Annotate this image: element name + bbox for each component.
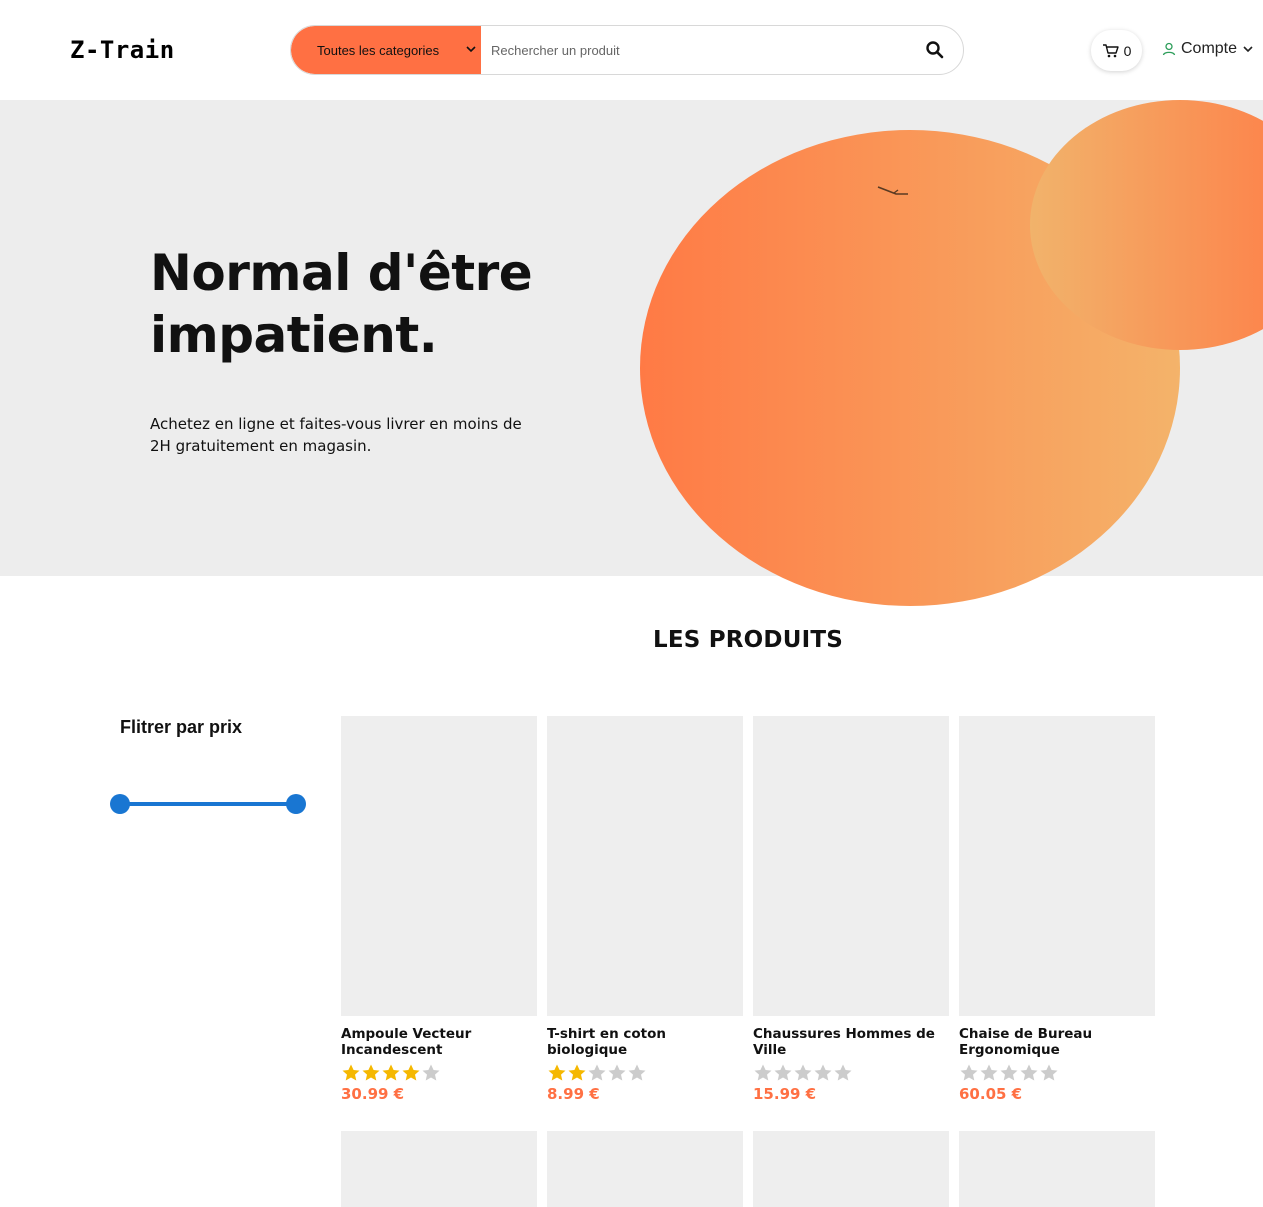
product-rating bbox=[753, 1062, 949, 1084]
product-image[interactable] bbox=[547, 716, 743, 1016]
category-select[interactable]: Toutes les categories bbox=[291, 26, 481, 74]
product-name[interactable]: Ampoule Vecteur Incandescent bbox=[341, 1026, 537, 1058]
cart-button[interactable]: 0 bbox=[1091, 30, 1142, 71]
star-icon bbox=[774, 1064, 792, 1081]
product-card-placeholder[interactable] bbox=[753, 1131, 949, 1207]
category-select-label: Toutes les categories bbox=[317, 42, 440, 58]
cart-icon bbox=[1102, 43, 1119, 57]
account-label: Compte bbox=[1181, 40, 1238, 57]
hero-banner: Normal d'être impatient. Achetez en lign… bbox=[0, 100, 1263, 576]
star-icon bbox=[1000, 1064, 1018, 1081]
product-price: 8.99 € bbox=[547, 1085, 600, 1103]
product-card-placeholder[interactable] bbox=[341, 1131, 537, 1207]
star-icon bbox=[960, 1064, 978, 1081]
user-icon bbox=[1162, 42, 1176, 56]
star-icon bbox=[1040, 1064, 1058, 1081]
price-slider-track[interactable] bbox=[120, 802, 296, 806]
star-icon bbox=[588, 1064, 606, 1081]
price-filter-title: Flitrer par prix bbox=[120, 717, 243, 737]
price-slider-min-thumb[interactable] bbox=[110, 794, 130, 814]
product-rating bbox=[959, 1062, 1155, 1084]
product-card[interactable]: Ampoule Vecteur Incandescent 30.99 € bbox=[341, 716, 537, 1103]
search-icon[interactable] bbox=[925, 40, 945, 60]
product-image[interactable] bbox=[959, 716, 1155, 1016]
search-input[interactable] bbox=[481, 26, 901, 74]
product-image[interactable] bbox=[753, 716, 949, 1016]
products-section-title-text: LES PRODUITS bbox=[652, 627, 844, 653]
star-icon bbox=[342, 1064, 360, 1081]
site-header: Z-Train Toutes les categories 0 Compte bbox=[0, 0, 1263, 100]
products-section-title: LES PRODUITS bbox=[0, 627, 1263, 653]
star-icon bbox=[362, 1064, 380, 1081]
star-icon bbox=[628, 1064, 646, 1081]
product-card[interactable]: Chaussures Hommes de Ville 15.99 € bbox=[753, 716, 949, 1103]
product-card[interactable]: Chaise de Bureau Ergonomique 60.05 € bbox=[959, 716, 1155, 1103]
account-menu[interactable]: Compte bbox=[1162, 40, 1254, 58]
product-price: 30.99 € bbox=[341, 1085, 405, 1103]
product-price: 15.99 € bbox=[753, 1085, 817, 1103]
product-card[interactable]: T-shirt en coton biologique 8.99 € bbox=[547, 716, 743, 1103]
product-card-placeholder[interactable] bbox=[959, 1131, 1155, 1207]
hero-subtitle: Achetez en ligne et faites-vous livrer e… bbox=[150, 415, 522, 455]
star-icon bbox=[548, 1064, 566, 1081]
product-card-placeholder[interactable] bbox=[547, 1131, 743, 1207]
product-rating bbox=[341, 1062, 537, 1084]
star-icon bbox=[980, 1064, 998, 1081]
star-icon bbox=[814, 1064, 832, 1081]
star-icon bbox=[608, 1064, 626, 1081]
chevron-down-icon bbox=[1243, 46, 1253, 53]
product-name[interactable]: Chaise de Bureau Ergonomique bbox=[959, 1026, 1155, 1058]
product-rating bbox=[547, 1062, 743, 1084]
product-price: 60.05 € bbox=[959, 1085, 1023, 1103]
star-icon bbox=[834, 1064, 852, 1081]
product-image[interactable] bbox=[341, 716, 537, 1016]
cart-count: 0 bbox=[1123, 42, 1132, 59]
star-icon bbox=[568, 1064, 586, 1081]
star-icon bbox=[1020, 1064, 1038, 1081]
search-bar: Toutes les categories bbox=[290, 25, 964, 75]
logo[interactable]: Z-Train bbox=[70, 36, 175, 64]
product-name[interactable]: T-shirt en coton biologique bbox=[547, 1026, 743, 1058]
product-name[interactable]: Chaussures Hommes de Ville bbox=[753, 1026, 949, 1058]
star-icon bbox=[754, 1064, 772, 1081]
hero-title: Normal d'être impatient. bbox=[150, 244, 533, 364]
star-icon bbox=[422, 1064, 440, 1081]
star-icon bbox=[402, 1064, 420, 1081]
chevron-down-icon bbox=[466, 46, 476, 53]
star-icon bbox=[382, 1064, 400, 1081]
price-slider-max-thumb[interactable] bbox=[286, 794, 306, 814]
star-icon bbox=[794, 1064, 812, 1081]
